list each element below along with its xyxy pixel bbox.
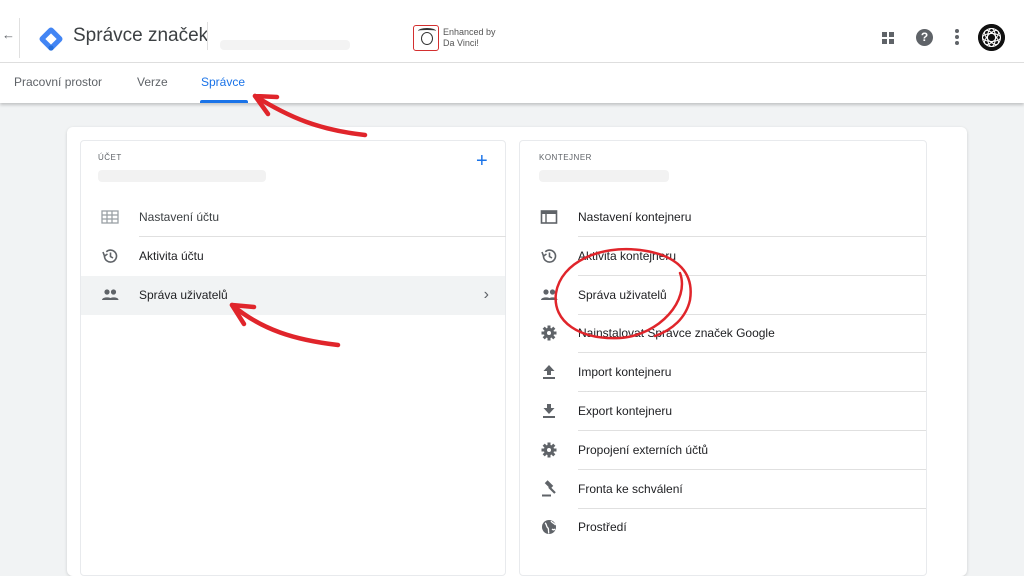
container-settings-item[interactable]: Nastavení kontejneru bbox=[520, 198, 926, 237]
account-heading: ÚČET bbox=[98, 153, 122, 162]
divider bbox=[207, 22, 208, 50]
tab-workspace[interactable]: Pracovní prostor bbox=[14, 75, 102, 89]
people-icon bbox=[541, 289, 558, 300]
approval-queue-item[interactable]: Fronta ke schválení bbox=[520, 470, 926, 509]
tab-bar: Pracovní prostor Verze Správce bbox=[0, 63, 1024, 103]
account-user-management-item[interactable]: Správa uživatelů › bbox=[81, 276, 505, 315]
globe-icon bbox=[542, 520, 557, 534]
history-icon bbox=[541, 249, 557, 263]
blurred-account-name bbox=[98, 170, 266, 182]
tab-admin[interactable]: Správce bbox=[201, 75, 245, 89]
help-icon[interactable]: ? bbox=[916, 29, 933, 46]
tag-manager-logo bbox=[39, 27, 63, 51]
divider bbox=[19, 18, 20, 58]
chevron-right-icon: › bbox=[483, 286, 489, 303]
active-tab-indicator bbox=[200, 100, 248, 103]
account-avatar[interactable] bbox=[978, 24, 1005, 51]
extension-label-line1: Enhanced by bbox=[443, 27, 496, 37]
apps-grid-icon[interactable] bbox=[882, 32, 894, 44]
people-icon bbox=[102, 289, 119, 300]
install-gtm-label: Nainstalovat Správce značek Google bbox=[578, 326, 775, 340]
blurred-container-name bbox=[539, 170, 669, 182]
container-activity-item[interactable]: Aktivita kontejneru bbox=[520, 237, 926, 276]
top-app-bar: ← Správce značek Enhanced by Da Vinci! ? bbox=[0, 0, 1024, 63]
account-user-management-label: Správa uživatelů bbox=[139, 288, 228, 302]
extension-label-line2: Da Vinci! bbox=[443, 38, 479, 48]
account-activity-label: Aktivita účtu bbox=[139, 249, 204, 263]
import-container-label: Import kontejneru bbox=[578, 365, 672, 379]
more-vert-icon[interactable] bbox=[955, 29, 959, 46]
external-accounts-item[interactable]: Propojení externích účtů bbox=[520, 431, 926, 470]
import-container-item[interactable]: Import kontejneru bbox=[520, 353, 926, 392]
table-icon bbox=[101, 210, 119, 224]
account-activity-item[interactable]: Aktivita účtu bbox=[81, 237, 505, 276]
account-settings-label: Nastavení účtu bbox=[139, 210, 220, 224]
tab-versions[interactable]: Verze bbox=[137, 75, 168, 89]
external-accounts-label: Propojení externích účtů bbox=[578, 443, 709, 457]
davinci-avatar-icon bbox=[413, 25, 439, 51]
environments-label: Prostředí bbox=[578, 520, 627, 534]
account-settings-item[interactable]: Nastavení účtu bbox=[81, 198, 505, 237]
approval-queue-label: Fronta ke schválení bbox=[578, 482, 683, 496]
export-container-label: Export kontejneru bbox=[578, 404, 673, 418]
export-container-item[interactable]: Export kontejneru bbox=[520, 392, 926, 431]
install-gtm-item[interactable]: Nainstalovat Správce značek Google bbox=[520, 314, 926, 353]
gavel-icon bbox=[542, 480, 556, 497]
arrow-back-icon[interactable]: ← bbox=[2, 27, 15, 42]
app-title: Správce značek bbox=[73, 25, 209, 46]
history-icon bbox=[102, 249, 118, 263]
container-heading: KONTEJNER bbox=[539, 153, 592, 162]
blurred-workspace-name bbox=[220, 40, 350, 50]
container-settings-label: Nastavení kontejneru bbox=[578, 210, 692, 224]
container-user-management-item[interactable]: Správa uživatelů bbox=[520, 276, 926, 315]
web-icon bbox=[540, 210, 558, 224]
gear-icon bbox=[541, 442, 557, 458]
container-user-management-label: Správa uživatelů bbox=[578, 288, 667, 302]
container-activity-label: Aktivita kontejneru bbox=[578, 249, 677, 263]
environments-item[interactable]: Prostředí bbox=[520, 508, 926, 547]
gear-icon bbox=[541, 325, 557, 341]
upload-icon bbox=[543, 365, 555, 379]
download-icon bbox=[543, 404, 555, 418]
add-account-button[interactable]: + bbox=[476, 151, 488, 171]
